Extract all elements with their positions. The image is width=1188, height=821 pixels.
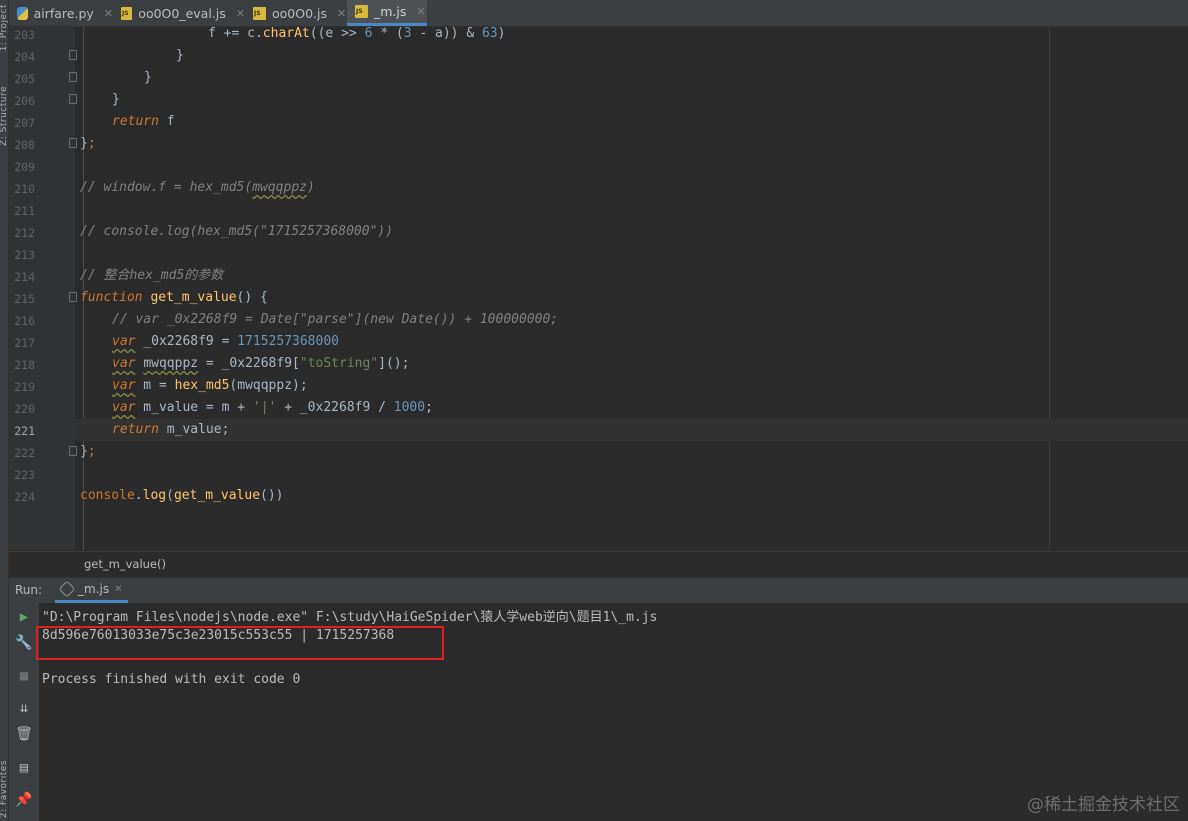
js-file-icon [253, 6, 266, 20]
code-line-204: } [176, 48, 184, 63]
code-editor[interactable]: 203 204 205 206 207 208 209 210 211 212 … [9, 26, 1188, 550]
line-number: 224 [14, 490, 35, 504]
code-line-217: var _0x2268f9 = 1715257368000 [112, 334, 339, 349]
code-line-207: return f [112, 114, 175, 129]
pin-icon[interactable]: 📌 [15, 791, 33, 809]
js-file-icon [355, 5, 368, 18]
line-number: 206 [14, 94, 35, 108]
run-label: Run: [15, 583, 43, 597]
code-line-203: f += c.charAt((e >> 6 * (3 - a)) & 63) [208, 26, 506, 41]
code-line-208: }; [80, 136, 96, 151]
close-icon[interactable]: ✕ [114, 584, 122, 595]
run-icon[interactable]: ▶ [15, 608, 33, 626]
line-number: 218 [14, 358, 35, 372]
left-tool-strip: 1: Project Z: Structure 2: Favorites [0, 0, 9, 821]
code-line-219: var m = hex_md5(mwqqppz); [112, 378, 308, 393]
fold-marker-icon[interactable] [69, 72, 77, 82]
line-number: 213 [14, 248, 35, 262]
line-number: 216 [14, 314, 35, 328]
code-line-224: console.log(get_m_value()) [80, 488, 284, 503]
close-icon[interactable]: ✕ [416, 5, 425, 18]
run-toolbar: ▶ 🔧 ■ ⇊ 🗑 ▤ 📌 [9, 603, 39, 821]
line-number: 209 [14, 160, 35, 174]
line-number: 215 [14, 292, 35, 306]
fold-marker-icon[interactable] [69, 292, 77, 302]
line-number: 214 [14, 270, 35, 284]
wrench-icon[interactable]: 🔧 [15, 634, 33, 652]
code-line-215: function get_m_value() { [80, 290, 268, 305]
tab-label: oo0O0.js [272, 5, 327, 21]
line-number-current: 221 [14, 424, 35, 438]
tab-label: oo0O0_eval.js [138, 5, 226, 21]
code-line-216: // var _0x2268f9 = Date["parse"](new Dat… [112, 312, 559, 327]
line-number: 205 [14, 72, 35, 86]
line-number: 217 [14, 336, 35, 350]
tab-label: airfare.py [33, 5, 94, 21]
code-line-210: // window.f = hex_md5(mwqqppz) [80, 180, 315, 195]
line-number: 204 [14, 50, 35, 64]
trash-icon[interactable]: 🗑 [15, 725, 33, 743]
tab-label: _m.js [374, 4, 407, 19]
close-icon[interactable]: ✕ [236, 7, 245, 20]
run-tab-label: _m.js [78, 582, 110, 596]
highlight-box [36, 626, 444, 660]
line-number: 203 [14, 28, 35, 42]
scroll-to-end-icon[interactable]: ⇊ [15, 699, 33, 717]
code-line-222: }; [80, 444, 96, 459]
favorites-tool-label[interactable]: 2: Favorites [0, 760, 9, 818]
code-line-205: } [144, 70, 152, 85]
console-command-line: "D:\Program Files\nodejs\node.exe" F:\st… [42, 610, 658, 625]
code-line-221: return m_value; [112, 422, 230, 437]
code-line-212: // console.log(hex_md5("1715257368000")) [80, 224, 394, 239]
line-number: 219 [14, 380, 35, 394]
line-number: 223 [14, 468, 35, 482]
run-panel-header: Run: _m.js ✕ [9, 577, 1188, 603]
breadcrumb: get_m_value() [9, 551, 1188, 577]
current-line-highlight [75, 419, 1188, 441]
fold-marker-icon[interactable] [69, 50, 77, 60]
close-icon[interactable]: ✕ [337, 7, 346, 20]
code-line-220: var m_value = m + '|' + _0x2268f9 / 1000… [112, 400, 433, 415]
nodejs-icon [58, 580, 76, 598]
fold-marker-icon[interactable] [69, 138, 77, 148]
line-number: 212 [14, 226, 35, 240]
console-exit-line: Process finished with exit code 0 [42, 672, 301, 687]
js-file-icon [121, 6, 133, 20]
stop-icon[interactable]: ■ [15, 667, 33, 685]
line-number: 208 [14, 138, 35, 152]
line-number: 207 [14, 116, 35, 130]
structure-tool-label[interactable]: Z: Structure [0, 86, 9, 146]
run-tab-m-js[interactable]: _m.js ✕ [55, 578, 129, 603]
code-line-218: var mwqqppz = _0x2268f9["toString"](); [112, 356, 410, 371]
right-margin-guide [1049, 27, 1050, 550]
code-line-206: } [112, 92, 120, 107]
watermark: @稀土掘金技术社区 [1027, 795, 1180, 815]
line-number: 220 [14, 402, 35, 416]
project-tool-label[interactable]: 1: Project [0, 4, 9, 51]
breadcrumb-item[interactable]: get_m_value() [84, 557, 166, 571]
python-file-icon [17, 6, 28, 20]
fold-marker-icon[interactable] [69, 446, 77, 456]
line-number: 210 [14, 182, 35, 196]
close-icon[interactable]: ✕ [104, 7, 113, 20]
code-line-214: // 整合hex_md5的参数 [80, 268, 224, 283]
line-number: 211 [14, 204, 35, 218]
line-number: 222 [14, 446, 35, 460]
fold-marker-icon[interactable] [69, 94, 77, 104]
layout-icon[interactable]: ▤ [15, 759, 33, 777]
